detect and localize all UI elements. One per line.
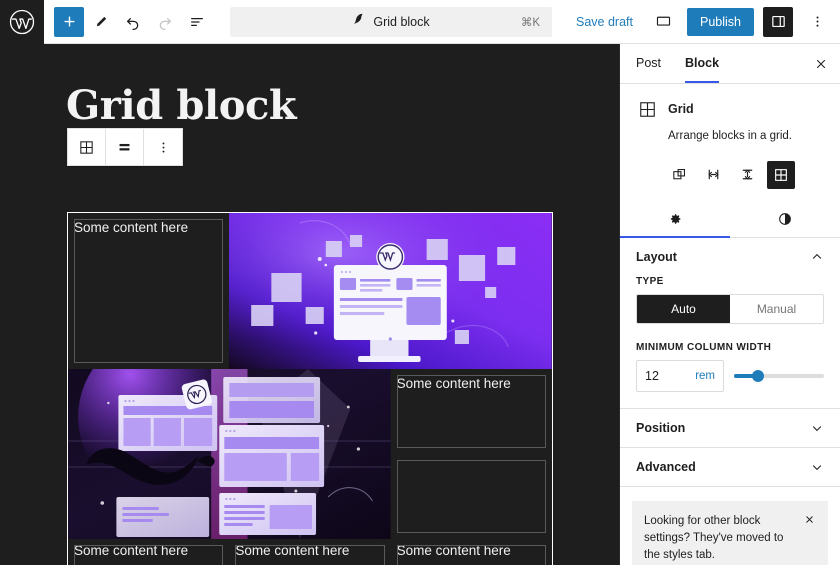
command-bar[interactable]: Grid block ⌘K	[230, 7, 552, 37]
grid-icon[interactable]	[68, 129, 106, 165]
paragraph-text[interactable]: Some content here	[74, 542, 223, 561]
block-info-card: Grid Arrange blocks in a grid.	[620, 84, 840, 149]
canvas-content: Grid block	[66, 84, 567, 128]
sidebar-tab-bar: Post Block	[620, 44, 840, 84]
layout-panel: Layout TYPE Auto Manual MINIMUM COLUMN W…	[620, 238, 840, 409]
styles-tab-notice: Looking for other block settings? They'v…	[632, 501, 828, 565]
block-variations	[620, 149, 840, 195]
close-icon[interactable]	[803, 513, 816, 528]
wordpress-logo-icon[interactable]	[0, 0, 44, 44]
min-column-width-unit[interactable]: rem	[695, 370, 715, 382]
chevron-up-icon	[810, 250, 824, 264]
editor-canvas[interactable]: Grid block	[0, 44, 620, 565]
grid-cell-paragraph[interactable]: Some content here	[68, 539, 229, 565]
image-windows[interactable]	[68, 369, 391, 539]
save-draft-button[interactable]: Save draft	[570, 11, 639, 33]
undo-button[interactable]	[118, 7, 148, 37]
position-panel: Position	[620, 409, 840, 448]
align-icon[interactable]	[106, 129, 144, 165]
grid-cell-paragraph[interactable]: Some content here	[391, 369, 552, 454]
grid-cell-paragraph[interactable]: Some content here	[68, 213, 229, 369]
command-bar-title: Grid block	[373, 15, 429, 29]
layout-type-toggle: Auto Manual	[636, 294, 824, 324]
grid-cell-paragraph[interactable]: Some content here	[391, 539, 552, 565]
feather-icon	[352, 12, 366, 31]
more-options-button[interactable]	[802, 7, 832, 37]
paragraph-text[interactable]: Some content here	[235, 542, 384, 561]
tab-block[interactable]: Block	[673, 44, 731, 83]
slider-thumb[interactable]	[752, 370, 764, 382]
layout-type-auto[interactable]: Auto	[637, 295, 730, 323]
contrast-icon[interactable]	[730, 201, 840, 237]
more-vertical-icon[interactable]	[144, 129, 182, 165]
block-toolbar	[67, 128, 183, 166]
position-panel-header[interactable]: Position	[620, 409, 840, 447]
gear-icon[interactable]	[620, 201, 730, 237]
grid-cell-image-monitor[interactable]	[229, 213, 552, 369]
top-bar-right-tools: Save draft Publish	[570, 7, 840, 37]
group-icon[interactable]	[665, 161, 693, 189]
layout-panel-header[interactable]: Layout	[620, 238, 840, 276]
min-column-width-value: 12	[645, 369, 659, 383]
command-bar-shortcut: ⌘K	[521, 15, 540, 29]
layout-panel-title: Layout	[636, 250, 677, 264]
slider-track	[734, 374, 824, 378]
layout-type-manual[interactable]: Manual	[730, 295, 823, 323]
image-monitor[interactable]	[229, 213, 552, 369]
page-title[interactable]: Grid block	[66, 84, 567, 128]
min-column-width-input[interactable]: 12 rem	[636, 360, 724, 392]
add-block-button[interactable]	[54, 7, 84, 37]
position-panel-title: Position	[636, 421, 685, 435]
tools-pencil-button[interactable]	[86, 7, 116, 37]
advanced-panel: Advanced	[620, 448, 840, 487]
redo-button[interactable]	[150, 7, 180, 37]
notice-text: Looking for other block settings? They'v…	[644, 513, 795, 565]
paragraph-text[interactable]: Some content here	[397, 375, 546, 394]
close-icon[interactable]	[806, 49, 836, 79]
paragraph-text[interactable]: Some content here	[397, 542, 546, 561]
chevron-down-icon	[810, 460, 824, 474]
tab-post[interactable]: Post	[624, 44, 673, 83]
grid-block[interactable]: Some content here	[67, 212, 553, 565]
publish-button[interactable]: Publish	[687, 8, 754, 36]
panel-tab-bar	[620, 201, 840, 238]
list-view-button[interactable]	[182, 7, 212, 37]
top-bar-left-tools	[44, 7, 212, 37]
grid-cell-paragraph[interactable]: Some content here	[229, 539, 390, 565]
stack-icon[interactable]	[733, 161, 761, 189]
block-description: Arrange blocks in a grid.	[668, 128, 824, 145]
settings-sidebar-toggle[interactable]	[763, 7, 793, 37]
settings-sidebar: Post Block Grid Arrange blocks in a grid…	[620, 44, 840, 565]
grid-cell-image-windows[interactable]	[68, 369, 391, 539]
type-field-label: TYPE	[636, 276, 824, 287]
paragraph-text[interactable]: Some content here	[74, 219, 223, 238]
min-column-width-label: MINIMUM COLUMN WIDTH	[636, 342, 824, 353]
min-column-width-slider[interactable]	[734, 360, 824, 392]
chevron-down-icon	[810, 421, 824, 435]
editor-shell: Grid block	[0, 44, 840, 565]
command-bar-wrap: Grid block ⌘K	[212, 7, 570, 37]
grid-icon[interactable]	[767, 161, 795, 189]
grid-cell-empty[interactable]	[391, 454, 552, 539]
layout-panel-body: TYPE Auto Manual MINIMUM COLUMN WIDTH 12…	[620, 276, 840, 408]
row-icon[interactable]	[699, 161, 727, 189]
min-column-width-control: 12 rem	[636, 360, 824, 392]
block-title: Grid	[668, 102, 694, 116]
grid-icon	[636, 98, 658, 120]
advanced-panel-title: Advanced	[636, 460, 696, 474]
editor-top-bar: Grid block ⌘K Save draft Publish	[0, 0, 840, 44]
desktop-preview-icon[interactable]	[648, 7, 678, 37]
advanced-panel-header[interactable]: Advanced	[620, 448, 840, 486]
